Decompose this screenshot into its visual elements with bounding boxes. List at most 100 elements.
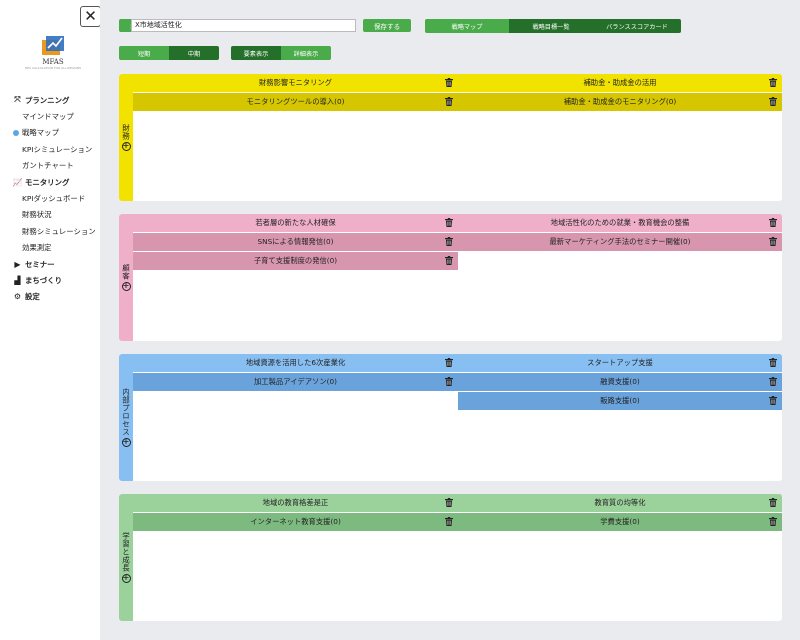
trash-icon[interactable] [769, 78, 777, 87]
objective-title: 地域資源を活用した6次産業化 [245, 358, 346, 367]
initiative-cell[interactable]: 融資支援(0) [458, 373, 782, 391]
perspective-sidebar: 内部プロセス + [119, 354, 133, 481]
sidebar-item-label: プランニング [25, 95, 70, 105]
sidebar-item-7[interactable]: 財務状況 [0, 207, 100, 223]
initiative-cell[interactable]: 加工製品アイデアソン(0) [133, 373, 458, 391]
initiative-title: 学費支援(0) [600, 517, 640, 526]
sidebar-item-5[interactable]: 📈 モニタリング [0, 174, 100, 190]
view-tabs: 戦略マップ 戦略目標一覧 バランススコアカード [425, 19, 681, 33]
sidebar-item-3[interactable]: KPIシミュレーション [0, 141, 100, 157]
initiative-title: モニタリングツールの導入(0) [246, 97, 345, 106]
initiative-title: SNSによる情報発信(0) [257, 237, 334, 246]
sidebar-item-11[interactable]: ▟ まちづくり [0, 272, 100, 288]
tab-mid-term[interactable]: 中期 [169, 46, 219, 60]
plan-name-input[interactable]: X市地域活性化 [131, 19, 356, 32]
objective-cell[interactable]: 若者層の新たな人材確保 [133, 214, 458, 232]
sidebar-item-label: 戦略マップ [22, 128, 59, 138]
sidebar-item-label: KPIシミュレーション [22, 144, 93, 154]
tab-strategy-map[interactable]: 戦略マップ [425, 19, 509, 33]
tab-balanced-scorecard[interactable]: バランススコアカード [593, 19, 681, 33]
trash-icon[interactable] [769, 237, 777, 246]
brand-name: MFAS [42, 58, 64, 66]
initiative-cell[interactable]: 子育て支援制度の発信(0) [133, 252, 458, 270]
initiative-title: インターネット教育支援(0) [250, 517, 341, 526]
sidebar-item-1[interactable]: マインドマップ [0, 108, 100, 124]
tab-objective-list[interactable]: 戦略目標一覧 [509, 19, 593, 33]
objective-title: スタートアップ支援 [587, 358, 653, 367]
sidebar-item-label: KPIダッシュボード [22, 194, 86, 204]
perspective-label: 顧客 [121, 264, 131, 280]
sidebar-item-label: 財務シミュレーション [22, 226, 96, 236]
sidebar-item-4[interactable]: ガントチャート [0, 158, 100, 174]
tab-short-term[interactable]: 短期 [119, 46, 169, 60]
initiative-cell[interactable]: 学費支援(0) [458, 513, 782, 531]
sidebar-item-label: 設定 [25, 292, 40, 302]
sidebar-item-0[interactable]: ⤧ プランニング [0, 92, 100, 108]
initiative-title: 子育て支援制度の発信(0) [253, 256, 338, 265]
trash-icon[interactable] [445, 256, 453, 265]
trash-icon[interactable] [769, 517, 777, 526]
objective-cell[interactable]: 補助金・助成金の活用 [458, 74, 782, 92]
trash-icon[interactable] [445, 97, 453, 106]
initiative-cell[interactable]: インターネット教育支援(0) [133, 513, 458, 531]
add-objective-icon[interactable]: + [121, 282, 131, 291]
sidebar-nav: ⤧ プランニングマインドマップ 戦略マップ KPIシミュレーションガントチャート 📈 モニ… [0, 92, 100, 305]
save-button[interactable]: 保存する [363, 19, 411, 32]
display-tabs: 要素表示 詳細表示 [231, 46, 331, 60]
logo-icon [42, 36, 64, 55]
trash-icon[interactable] [769, 396, 777, 405]
sidebar-item-10[interactable]: ▶ セミナー [0, 256, 100, 272]
sidebar: ✕ MFAS MFA CALCULATION FOR ALL REGIONS ⤧… [0, 0, 101, 640]
initiative-title: 加工製品アイデアソン(0) [254, 377, 337, 386]
sidebar-item-label: 財務状況 [22, 210, 52, 220]
tab-element-view[interactable]: 要素表示 [231, 46, 281, 60]
trash-icon[interactable] [769, 377, 777, 386]
perspective-panel: 顧客 + 若者層の新たな人材確保 SNSによる情報発信(0) 子育て支援制度の発信(0)… [119, 214, 782, 341]
close-button[interactable]: ✕ [80, 6, 101, 27]
initiative-cell[interactable]: 補助金・助成金のモニタリング(0) [458, 93, 782, 111]
initiative-cell[interactable]: 最新マーケティング手法のセミナー開催(0) [458, 233, 782, 251]
trash-icon[interactable] [445, 517, 453, 526]
initiative-cell[interactable]: モニタリングツールの導入(0) [133, 93, 458, 111]
objective-title: 若者層の新たな人材確保 [255, 218, 336, 227]
sidebar-item-6[interactable]: KPIダッシュボード [0, 190, 100, 206]
objective-cell[interactable]: スタートアップ支援 [458, 354, 782, 372]
add-objective-icon[interactable]: + [121, 438, 131, 447]
initiative-title: 補助金・助成金のモニタリング(0) [563, 97, 677, 106]
trash-icon[interactable] [769, 358, 777, 367]
sidebar-item-8[interactable]: 財務シミュレーション [0, 223, 100, 239]
initiative-title: 販路支援(0) [600, 396, 640, 405]
perspective-label: 財務 [121, 124, 131, 140]
perspective-panel: 学習と成長 + 地域の教育格差是正 インターネット教育支援(0) 教育質の均等化 学費支援… [119, 494, 782, 621]
objective-cell[interactable]: 教育質の均等化 [458, 494, 782, 512]
trash-icon[interactable] [769, 498, 777, 507]
add-objective-icon[interactable]: + [121, 574, 131, 583]
trash-icon[interactable] [445, 218, 453, 227]
sidebar-item-9[interactable]: 効果測定 [0, 240, 100, 256]
objective-cell[interactable]: 地域活性化のための就業・教育機会の整備 [458, 214, 782, 232]
initiative-cell[interactable]: SNSによる情報発信(0) [133, 233, 458, 251]
sidebar-item-label: マインドマップ [22, 112, 74, 122]
objective-cell[interactable]: 地域資源を活用した6次産業化 [133, 354, 458, 372]
objective-title: 補助金・助成金の活用 [583, 78, 657, 87]
add-objective-icon[interactable]: + [121, 142, 131, 151]
logo: MFAS MFA CALCULATION FOR ALL REGIONS [18, 34, 88, 70]
sidebar-item-12[interactable]: ⚙ 設定 [0, 289, 100, 305]
tab-detail-view[interactable]: 詳細表示 [281, 46, 331, 60]
initiative-cell[interactable]: 販路支援(0) [458, 392, 782, 410]
trash-icon[interactable] [445, 377, 453, 386]
initiative-title: 融資支援(0) [600, 377, 640, 386]
trash-icon[interactable] [445, 358, 453, 367]
objective-cell[interactable]: 財務影響モニタリング [133, 74, 458, 92]
trash-icon[interactable] [769, 218, 777, 227]
gear-icon: ⚙ [13, 292, 22, 302]
perspective-panel: 内部プロセス + 地域資源を活用した6次産業化 加工製品アイデアソン(0) スタートアッ… [119, 354, 782, 481]
objective-cell[interactable]: 地域の教育格差是正 [133, 494, 458, 512]
trash-icon[interactable] [445, 78, 453, 87]
perspective-sidebar: 財務 + [119, 74, 133, 201]
objective-title: 地域の教育格差是正 [262, 498, 329, 507]
trash-icon[interactable] [769, 97, 777, 106]
trash-icon[interactable] [445, 237, 453, 246]
sidebar-item-2[interactable]: 戦略マップ [0, 125, 100, 141]
trash-icon[interactable] [445, 498, 453, 507]
